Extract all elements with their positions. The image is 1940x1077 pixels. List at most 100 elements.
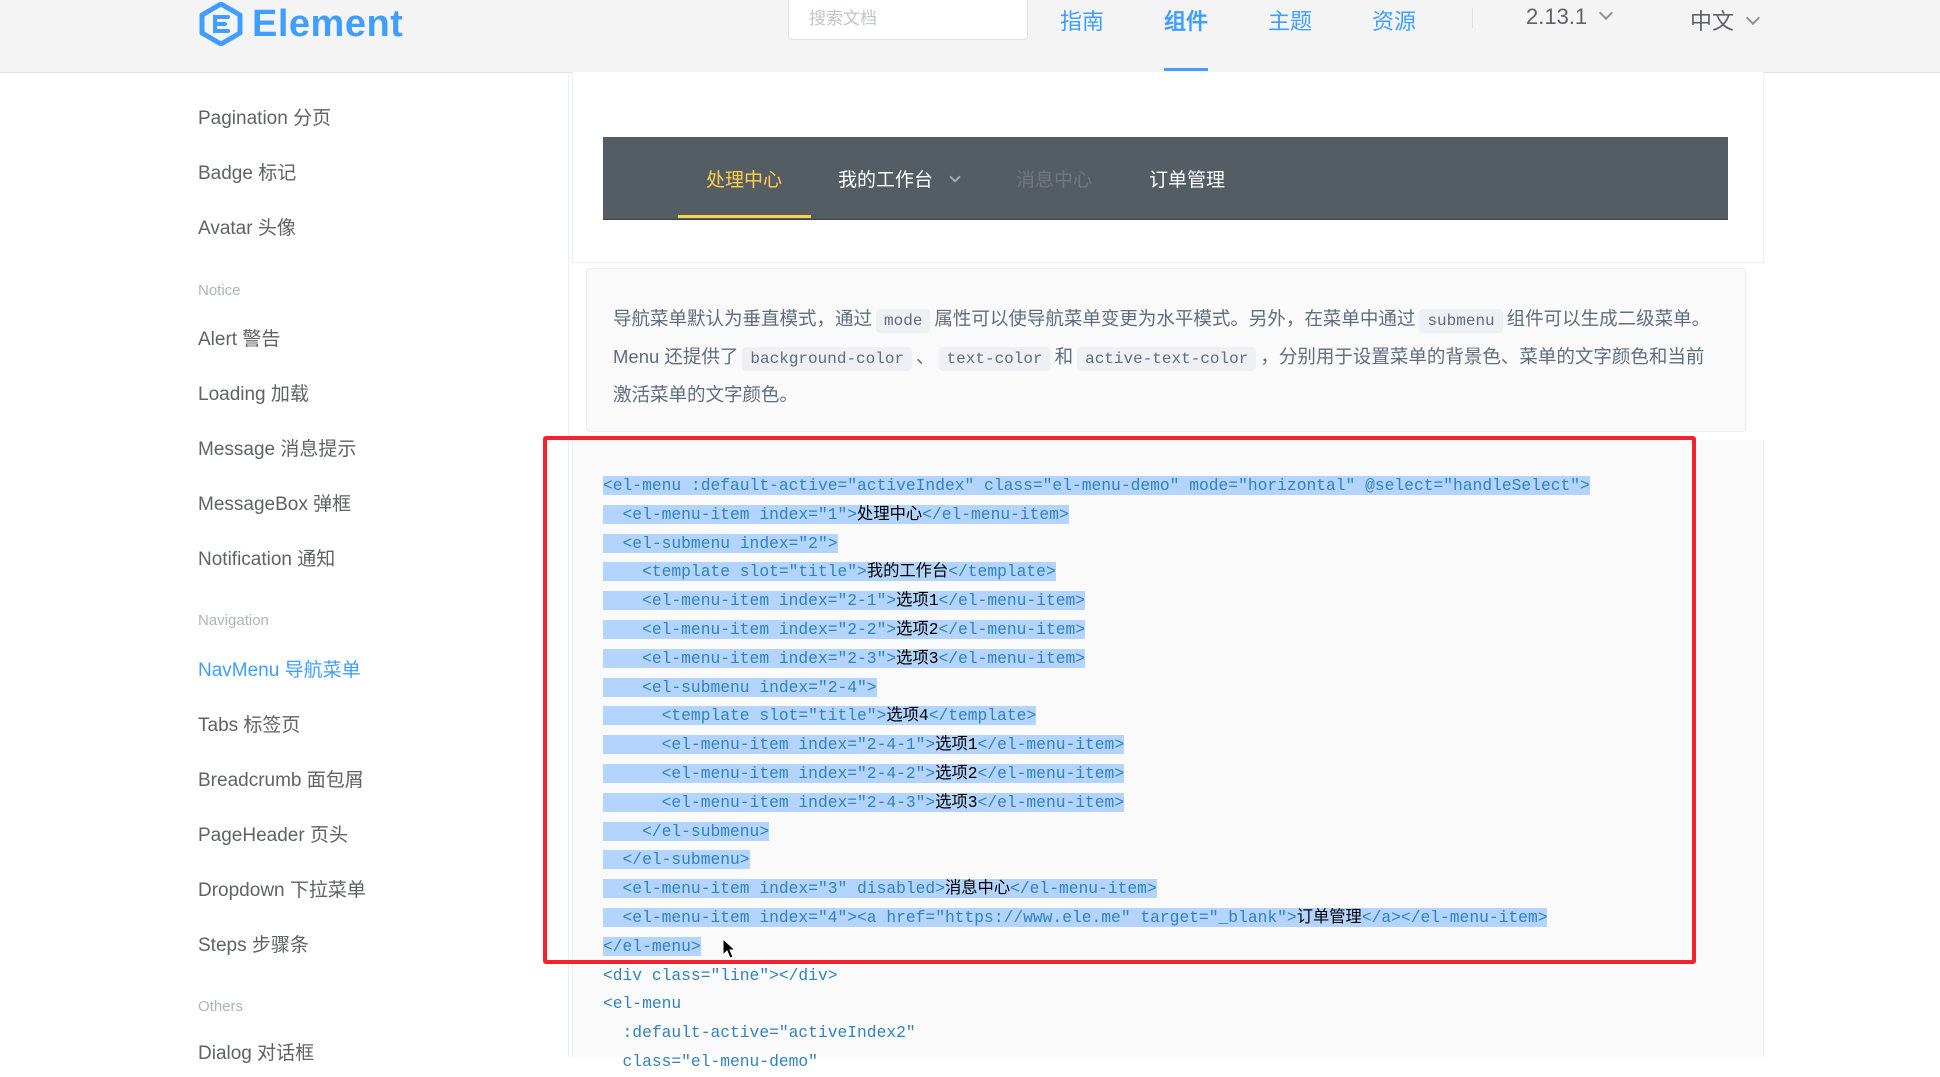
demo-menu-item-processing[interactable]: 处理中心 <box>706 165 782 192</box>
selected-code: </el-submenu> <box>603 850 750 870</box>
selected-code: <el-menu :default-active="activeIndex" c… <box>603 476 1590 495</box>
sidebar-item-steps[interactable]: Steps 步骤条 <box>198 930 309 957</box>
language-select[interactable]: 中文 <box>1690 4 1761 36</box>
chevron-down-icon <box>1599 5 1614 21</box>
code-text-content: 处理中心 <box>857 504 923 524</box>
code-markup: </el-menu-item> <box>938 619 1086 639</box>
code-line: class="el-menu-demo" <box>603 1051 818 1071</box>
chevron-down-icon <box>1745 10 1761 26</box>
code-text-content: 选项2 <box>896 619 939 639</box>
sidebar-item-message[interactable]: Message 消息提示 <box>198 434 356 461</box>
version-select[interactable]: 2.13.1 <box>1526 4 1614 30</box>
code-line: </el-submenu> <box>603 818 1590 847</box>
code-line: <el-menu-item index="2-4-1">选项1</el-menu… <box>603 731 1590 760</box>
code-line: <el-submenu index="2-4"> <box>603 674 1590 703</box>
selected-code: <el-menu-item index="3" disabled>消息中心</e… <box>603 879 1157 899</box>
code-markup: </el-menu-item> <box>977 792 1125 812</box>
code-text-content: 选项3 <box>935 792 978 812</box>
brand-name: Element <box>252 2 404 45</box>
code-markup: </el-submenu> <box>603 821 770 841</box>
nav-theme[interactable]: 主题 <box>1268 4 1312 36</box>
demo-menu-item-messages: 消息中心 <box>1016 170 1093 191</box>
code-text-content: 选项4 <box>886 706 929 726</box>
code-line: <el-menu-item index="2-2">选项2</el-menu-i… <box>603 616 1590 645</box>
code-markup: </a></el-menu-item> <box>1361 907 1548 927</box>
code-markup: <template slot="title"> <box>603 562 867 582</box>
nav-resource[interactable]: 资源 <box>1372 4 1416 36</box>
code-line: <el-menu-item index="2-3">选项3</el-menu-i… <box>603 645 1590 674</box>
selected-code: </el-submenu> <box>603 821 770 841</box>
sidebar-group-navigation: Navigation <box>198 612 269 629</box>
code-markup: </template> <box>948 562 1056 582</box>
sidebar-item-alert[interactable]: Alert 警告 <box>198 324 280 351</box>
search-input[interactable]: 搜索文档 <box>788 0 1028 40</box>
selected-code: <el-submenu index="2"> <box>603 533 838 553</box>
demo-nav-menu: 处理中心 我的工作台 消息中心 订单管理 <box>603 137 1728 220</box>
sidebar-item-loading[interactable]: Loading 加载 <box>198 379 309 406</box>
code-markup: <el-submenu index="2"> <box>603 533 838 553</box>
code-line: </el-menu> <box>603 933 1590 962</box>
code-line: </el-submenu> <box>603 846 1590 875</box>
code-text-content: 选项3 <box>896 648 939 668</box>
version-value: 2.13.1 <box>1526 4 1588 29</box>
selected-code: <el-menu-item index="2-4-2">选项2</el-menu… <box>603 763 1125 783</box>
code-text-content: 选项2 <box>935 763 978 783</box>
code-markup: <template slot="title"> <box>603 706 887 726</box>
code-markup: </el-menu-item> <box>977 735 1125 755</box>
code-line: <el-menu-item index="2-4-2">选项2</el-menu… <box>603 760 1590 789</box>
code-markup: </el-menu-item> <box>938 648 1086 668</box>
code-markup: <el-menu-item index="2-4-1"> <box>603 735 936 755</box>
sidebar-item-badge[interactable]: Badge 标记 <box>198 158 296 185</box>
sidebar-item-avatar[interactable]: Avatar 头像 <box>198 213 296 240</box>
code-text-content: 我的工作台 <box>866 562 949 582</box>
code-line: <el-menu :default-active="activeIndex" c… <box>603 472 1590 501</box>
selected-code: <el-submenu index="2-4"> <box>603 677 877 697</box>
code-line: <el-menu-item index="1">处理中心</el-menu-it… <box>603 501 1590 530</box>
code-markup: </el-menu> <box>603 936 701 956</box>
code-line: <template slot="title">选项4</template> <box>603 702 1590 731</box>
code-line: :default-active="activeIndex2" <box>603 1023 916 1043</box>
code-markup: <el-menu-item index="4"><a href="https:/… <box>603 907 1297 927</box>
brand-logo[interactable]: Element <box>198 0 403 48</box>
code-markup: </template> <box>928 706 1037 726</box>
element-logo-icon <box>199 2 243 46</box>
code-text-content: 选项1 <box>935 735 978 755</box>
demo-menu-item-orders[interactable]: 订单管理 <box>1149 165 1225 192</box>
code-markup: <el-submenu index="2-4"> <box>603 677 877 697</box>
sidebar-item-tabs[interactable]: Tabs 标签页 <box>198 710 300 737</box>
code-markup: </el-submenu> <box>603 850 750 870</box>
sidebar-item-pagination[interactable]: Pagination 分页 <box>198 103 331 130</box>
code-markup: <el-menu-item index="1"> <box>603 504 858 524</box>
selected-code: <el-menu-item index="4"><a href="https:/… <box>603 907 1548 927</box>
inline-code: mode <box>876 309 931 333</box>
code-line: <template slot="title">我的工作台</template> <box>603 558 1590 587</box>
demo-submenu-label: 我的工作台 <box>838 170 934 191</box>
code-markup: <el-menu-item index="3" disabled> <box>603 879 945 899</box>
code-markup: </el-menu-item> <box>938 591 1086 611</box>
code-line: <div class="line"></div> <box>603 965 838 985</box>
mouse-cursor-icon <box>722 938 736 959</box>
code-markup: <el-menu-item index="2-1"> <box>603 591 897 611</box>
code-markup: <el-menu :default-active="activeIndex" c… <box>603 476 1590 495</box>
selected-code: <el-menu-item index="2-4-1">选项1</el-menu… <box>603 735 1125 755</box>
sidebar-item-notification[interactable]: Notification 通知 <box>198 544 335 571</box>
code-markup: <el-menu-item index="2-2"> <box>603 619 897 639</box>
code-content[interactable]: <el-menu :default-active="activeIndex" c… <box>603 472 1590 1077</box>
sidebar-item-pageheader[interactable]: PageHeader 页头 <box>198 820 348 847</box>
top-header: Element 搜索文档 指南 组件 主题 资源 2.13.1 中文 <box>0 0 1940 73</box>
sidebar-item-messagebox[interactable]: MessageBox 弹框 <box>198 489 351 516</box>
nav-component[interactable]: 组件 <box>1164 4 1208 36</box>
code-text-content: 选项1 <box>896 591 939 611</box>
demo-submenu-workbench[interactable]: 我的工作台 <box>838 165 961 192</box>
selected-code: <template slot="title">我的工作台</template> <box>603 562 1056 582</box>
selected-code: <template slot="title">选项4</template> <box>603 706 1037 726</box>
demo-description: 导航菜单默认为垂直模式，通过 mode 属性可以使导航菜单变更为水平模式。另外，在菜… <box>586 268 1746 432</box>
sidebar-item-dropdown[interactable]: Dropdown 下拉菜单 <box>198 875 366 902</box>
code-line: <el-submenu index="2"> <box>603 530 1590 559</box>
sidebar-item-navmenu[interactable]: NavMenu 导航菜单 <box>198 655 361 682</box>
code-markup: </el-menu-item> <box>1010 879 1157 899</box>
nav-guide[interactable]: 指南 <box>1060 4 1104 36</box>
sidebar-item-breadcrumb[interactable]: Breadcrumb 面包屑 <box>198 765 364 792</box>
sidebar-item-dialog[interactable]: Dialog 对话框 <box>198 1038 314 1065</box>
selected-code: <el-menu-item index="1">处理中心</el-menu-it… <box>603 504 1069 524</box>
